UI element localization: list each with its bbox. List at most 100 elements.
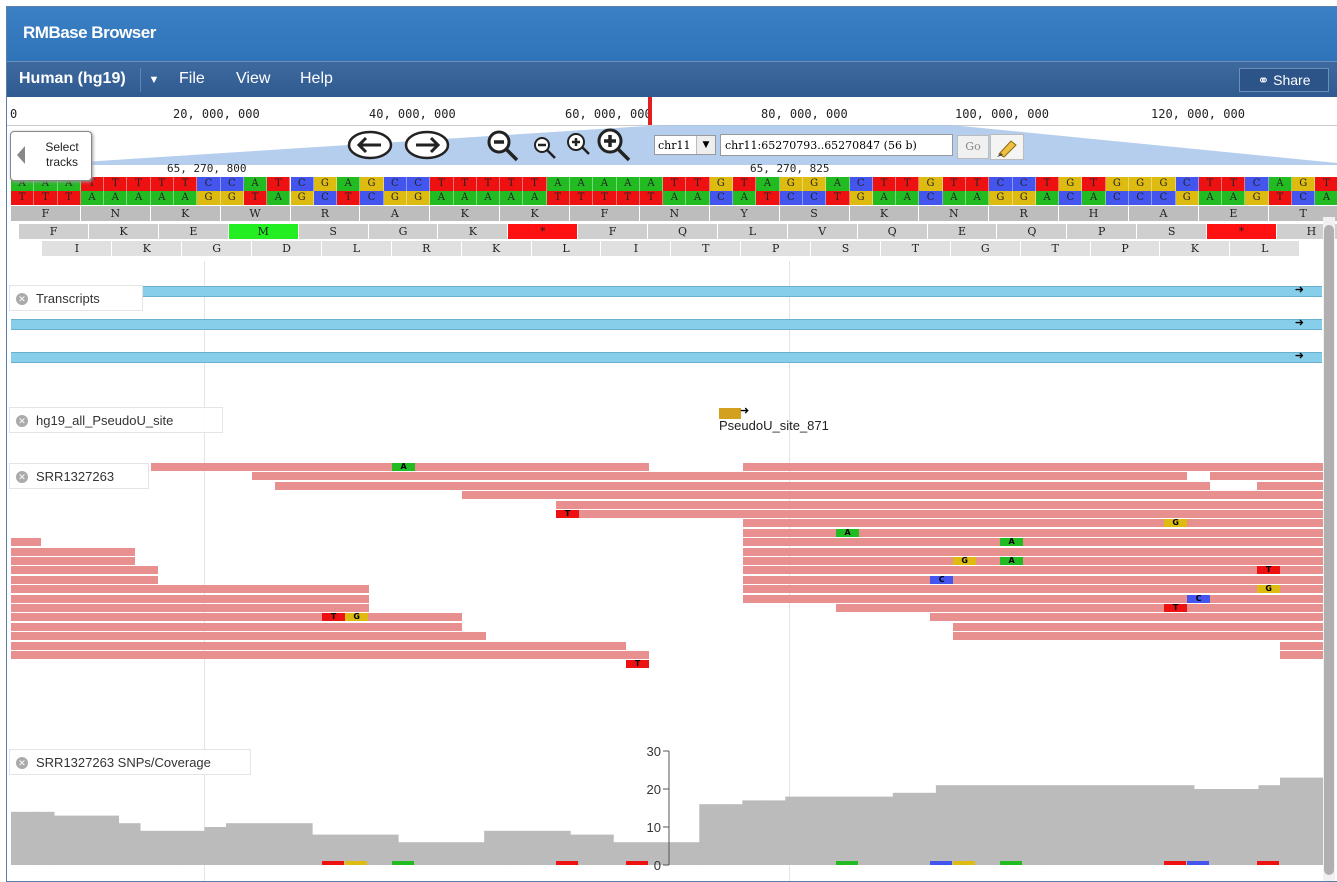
read[interactable] — [11, 575, 158, 584]
chevron-down-icon[interactable]: ▼ — [696, 136, 715, 154]
read[interactable] — [556, 500, 1323, 509]
go-button[interactable]: Go — [957, 135, 989, 159]
genome-selector[interactable]: Human (hg19) — [19, 70, 126, 88]
coverage-bar[interactable] — [1129, 785, 1152, 865]
mismatch-base[interactable]: T — [322, 613, 346, 622]
menu-help[interactable]: Help — [300, 70, 333, 88]
snp-marker[interactable] — [626, 861, 648, 865]
coverage-bar[interactable] — [785, 796, 808, 865]
read[interactable] — [11, 585, 369, 594]
snp-marker[interactable] — [392, 861, 414, 865]
vertical-scrollbar[interactable] — [1323, 217, 1335, 881]
read[interactable] — [743, 463, 1323, 471]
read[interactable] — [743, 594, 1323, 603]
mismatch-base[interactable]: A — [836, 528, 860, 537]
coverage-bar[interactable] — [1215, 789, 1238, 865]
read[interactable] — [743, 557, 1323, 565]
read[interactable] — [743, 585, 1323, 594]
coverage-bar[interactable] — [1301, 777, 1323, 865]
zoom-out-large-icon[interactable] — [485, 129, 521, 163]
transcript-feature[interactable]: ➜ — [143, 284, 1322, 297]
mismatch-base[interactable]: G — [345, 613, 369, 622]
snp-marker[interactable] — [836, 861, 858, 865]
coverage-bar[interactable] — [1150, 785, 1173, 865]
coverage-bar[interactable] — [570, 834, 593, 865]
read[interactable] — [11, 622, 462, 631]
mismatch-base[interactable]: A — [1000, 538, 1024, 547]
mismatch-base[interactable]: T — [1257, 566, 1281, 575]
coverage-bar[interactable] — [376, 834, 399, 865]
read[interactable] — [1280, 641, 1323, 650]
snp-marker[interactable] — [322, 861, 344, 865]
scrollbar-thumb[interactable] — [1324, 225, 1334, 875]
read[interactable] — [556, 510, 1323, 518]
coverage-bar[interactable] — [1064, 785, 1087, 865]
coverage-bar[interactable] — [1258, 785, 1281, 865]
snp-marker[interactable] — [953, 861, 975, 865]
coverage-bar[interactable] — [1236, 789, 1259, 865]
read[interactable] — [11, 632, 486, 641]
coverage-bar[interactable] — [355, 834, 378, 865]
chromosome-select[interactable]: chr11 ▼ — [654, 135, 716, 155]
zoom-in-large-icon[interactable] — [595, 127, 633, 163]
coverage-bar[interactable] — [312, 834, 335, 865]
coverage-bar[interactable] — [462, 842, 485, 865]
transcript-feature[interactable]: ➜ — [11, 317, 1322, 330]
read[interactable] — [275, 481, 1210, 490]
read[interactable] — [1280, 651, 1323, 659]
coverage-bar[interactable] — [1172, 785, 1195, 865]
read[interactable] — [11, 604, 369, 612]
snp-marker[interactable] — [1164, 861, 1186, 865]
coverage-bar[interactable] — [505, 830, 528, 865]
read[interactable] — [11, 557, 135, 565]
read[interactable] — [1210, 472, 1323, 481]
zoom-in-icon[interactable] — [564, 131, 592, 157]
select-tracks-button[interactable]: Select tracks — [10, 131, 92, 181]
track-label-pseudou[interactable]: ✕ hg19_all_PseudoU_site — [9, 407, 223, 433]
overview-position-marker[interactable] — [648, 97, 652, 125]
mismatch-base[interactable]: C — [930, 575, 954, 584]
mismatch-base[interactable]: C — [1187, 594, 1211, 603]
close-icon[interactable]: ✕ — [16, 757, 28, 769]
coverage-bar[interactable] — [892, 792, 915, 865]
read[interactable] — [953, 632, 1323, 641]
track-label-transcripts[interactable]: ✕ Transcripts — [9, 285, 143, 311]
coverage-bar[interactable] — [1193, 789, 1216, 865]
coverage-bar[interactable] — [32, 811, 55, 865]
coverage-bar[interactable] — [1279, 777, 1302, 865]
mismatch-base[interactable]: A — [392, 463, 416, 471]
coverage-bar[interactable] — [1107, 785, 1130, 865]
snp-marker[interactable] — [1187, 861, 1209, 865]
coverage-bar[interactable] — [419, 842, 442, 865]
read[interactable] — [11, 641, 626, 650]
read[interactable] — [836, 604, 1323, 612]
coverage-bar[interactable] — [935, 785, 958, 865]
close-icon[interactable]: ✕ — [16, 471, 28, 483]
transcript-feature[interactable]: ➜ — [11, 350, 1322, 363]
coverage-bar[interactable] — [957, 785, 980, 865]
coverage-bar[interactable] — [742, 800, 765, 865]
coverage-bar[interactable] — [1043, 785, 1066, 865]
zoom-out-icon[interactable] — [531, 135, 559, 161]
coverage-bar[interactable] — [333, 834, 356, 865]
mismatch-base[interactable]: T — [626, 660, 650, 669]
snp-marker[interactable] — [930, 861, 952, 865]
share-button[interactable]: ⚭ Share — [1239, 68, 1329, 92]
read[interactable] — [462, 491, 1323, 500]
coverage-bar[interactable] — [441, 842, 464, 865]
coverage-bar[interactable] — [183, 830, 206, 865]
track-label-reads[interactable]: ✕ SRR1327263 — [9, 463, 149, 489]
mismatch-base[interactable]: G — [1257, 585, 1281, 594]
coverage-bar[interactable] — [914, 792, 937, 865]
mismatch-base[interactable]: T — [556, 510, 580, 518]
menu-view[interactable]: View — [236, 70, 270, 88]
coverage-bar[interactable] — [118, 823, 141, 865]
coverage-bar[interactable] — [677, 842, 700, 865]
coverage-bar[interactable] — [54, 815, 77, 865]
coverage-bar[interactable] — [527, 830, 550, 865]
coverage-bar[interactable] — [204, 827, 227, 865]
mismatch-base[interactable]: G — [953, 557, 977, 565]
read[interactable] — [252, 472, 1187, 481]
coverage-bar[interactable] — [871, 796, 894, 865]
read[interactable] — [11, 538, 41, 547]
